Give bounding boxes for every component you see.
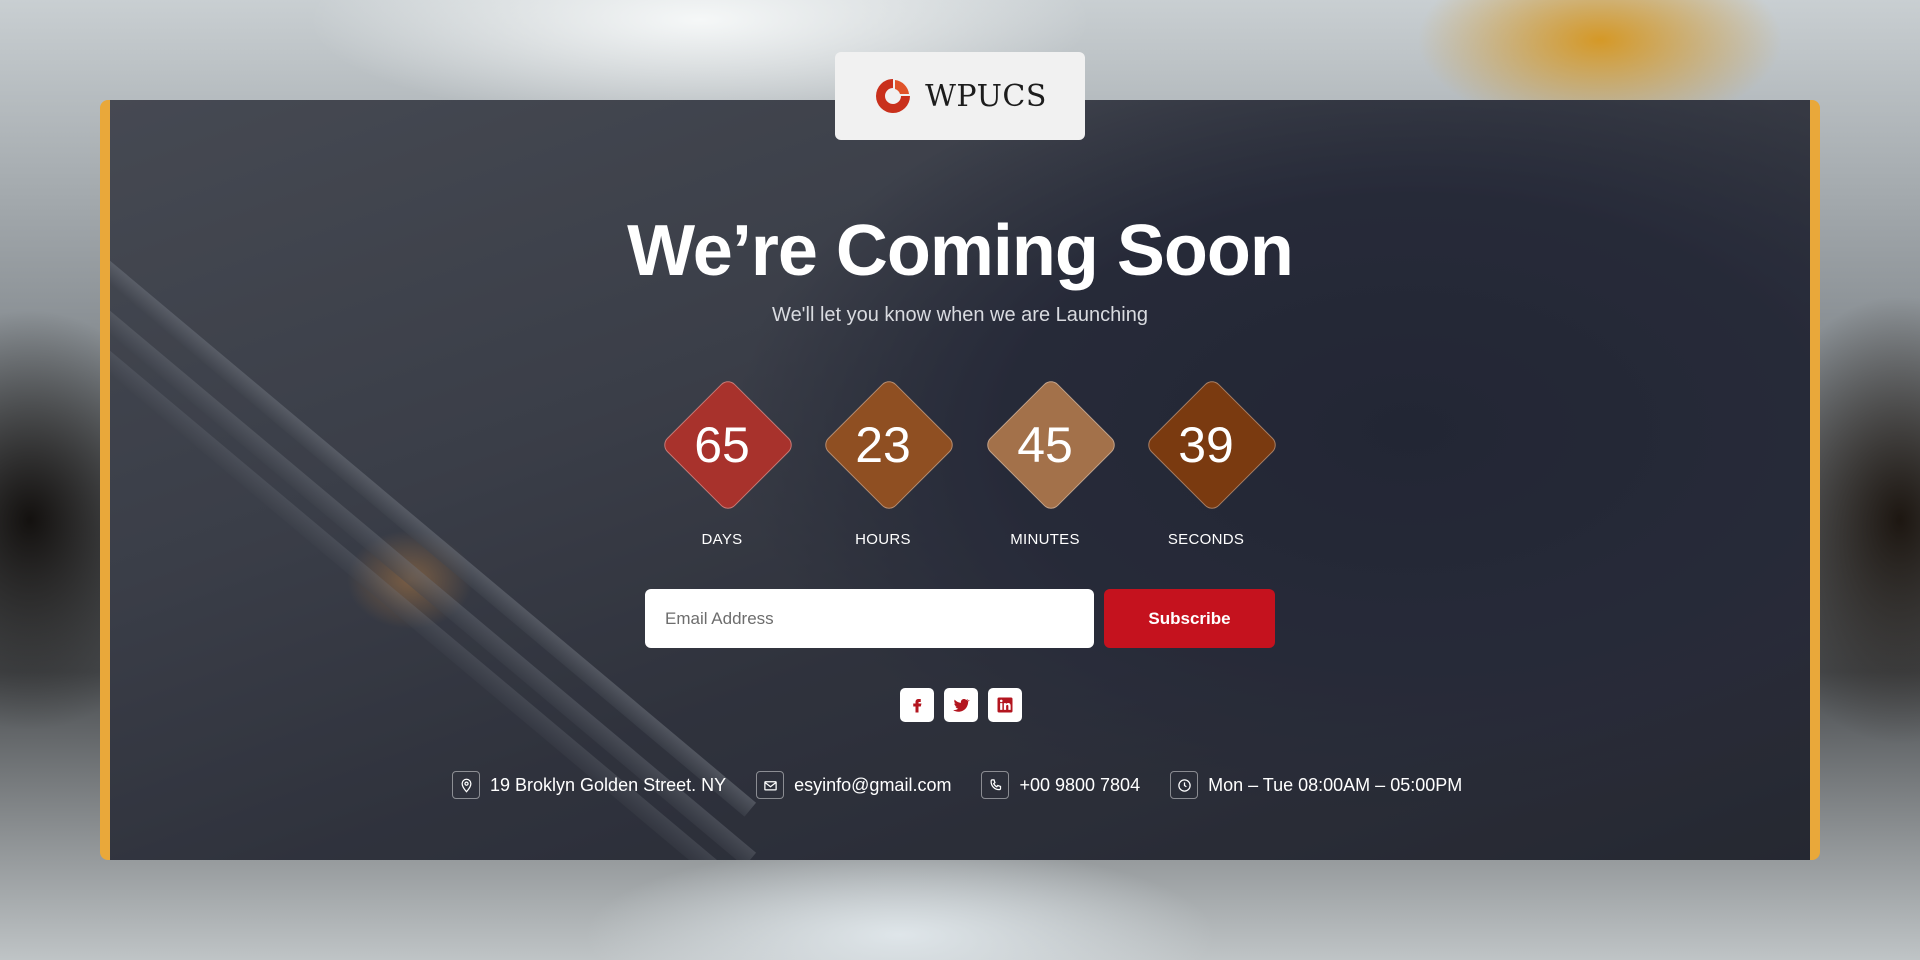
page-subtitle: We'll let you know when we are Launching <box>772 304 1148 326</box>
clock-icon <box>1170 771 1199 799</box>
logo[interactable]: WPUCS <box>835 52 1085 140</box>
email-text[interactable]: esyinfo@gmail.com <box>794 775 951 796</box>
countdown-label: MINUTES <box>1010 531 1080 548</box>
subscribe-button[interactable]: Subscribe <box>1104 589 1275 648</box>
countdown-minutes: 45 MINUTES <box>975 377 1119 555</box>
hours-text: Mon – Tue 08:00AM – 05:00PM <box>1208 774 1463 795</box>
countdown-seconds: 39 SECONDS <box>1136 377 1280 555</box>
countdown-hours: 23 HOURS <box>813 377 957 555</box>
linkedin-icon <box>997 697 1013 713</box>
contact-email[interactable]: esyinfo@gmail.com <box>756 771 951 799</box>
countdown-label: SECONDS <box>1167 531 1245 548</box>
phone-icon <box>981 771 1010 799</box>
facebook-icon <box>913 699 922 713</box>
countdown-value: 45 <box>1017 417 1073 473</box>
contact-hours: Mon – Tue 08:00AM – 05:00PM <box>1170 771 1462 799</box>
countdown-value: 65 <box>694 417 750 473</box>
email-input[interactable] <box>645 589 1094 648</box>
address-text: 19 Broklyn Golden Street. NY <box>490 774 727 795</box>
wpucs-logo-icon <box>876 79 911 113</box>
countdown-value: 39 <box>1178 417 1234 473</box>
main-content: We’re Coming Soon We'll let you know whe… <box>0 0 1920 960</box>
twitter-icon <box>953 698 970 712</box>
page-title: We’re Coming Soon <box>627 211 1294 291</box>
subscribe-form: Subscribe <box>645 589 1275 648</box>
phone-text[interactable]: +00 9800 7804 <box>1019 775 1140 796</box>
countdown-value: 23 <box>855 417 911 473</box>
twitter-link[interactable] <box>944 688 978 722</box>
mail-icon <box>756 771 785 799</box>
countdown-days: 65 DAYS <box>652 377 796 555</box>
contact-address: 19 Broklyn Golden Street. NY <box>452 771 726 799</box>
brand-name: WPUCS <box>925 78 1047 114</box>
social-links <box>900 688 1022 722</box>
countdown-label: HOURS <box>855 531 911 548</box>
location-pin-icon <box>452 771 480 799</box>
countdown-timer: 65 DAYS 23 HOURS 45 MINUTES 39 SECONDS <box>652 377 1280 555</box>
contact-phone[interactable]: +00 9800 7804 <box>981 771 1140 799</box>
facebook-link[interactable] <box>900 688 934 722</box>
countdown-label: DAYS <box>701 531 743 548</box>
contact-info: 19 Broklyn Golden Street. NY esyinfo@gma… <box>452 770 1462 800</box>
linkedin-link[interactable] <box>988 688 1022 722</box>
